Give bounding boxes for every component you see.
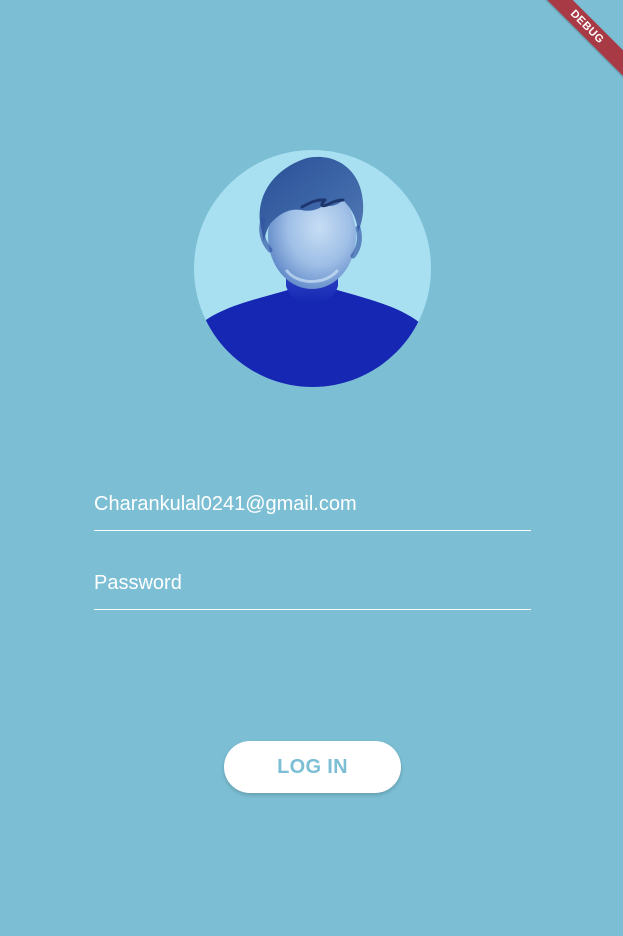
login-button[interactable]: LOG IN <box>224 741 401 793</box>
debug-banner: DEBUG <box>533 0 623 90</box>
debug-banner-label: DEBUG <box>567 7 607 47</box>
password-field[interactable]: Password <box>94 570 531 610</box>
email-field-value: Charankulal0241@gmail.com <box>94 493 357 515</box>
user-avatar-icon <box>194 150 431 387</box>
email-field[interactable]: Charankulal0241@gmail.com <box>94 491 531 531</box>
debug-banner-ribbon <box>533 0 623 83</box>
password-placeholder: Password <box>94 572 182 594</box>
